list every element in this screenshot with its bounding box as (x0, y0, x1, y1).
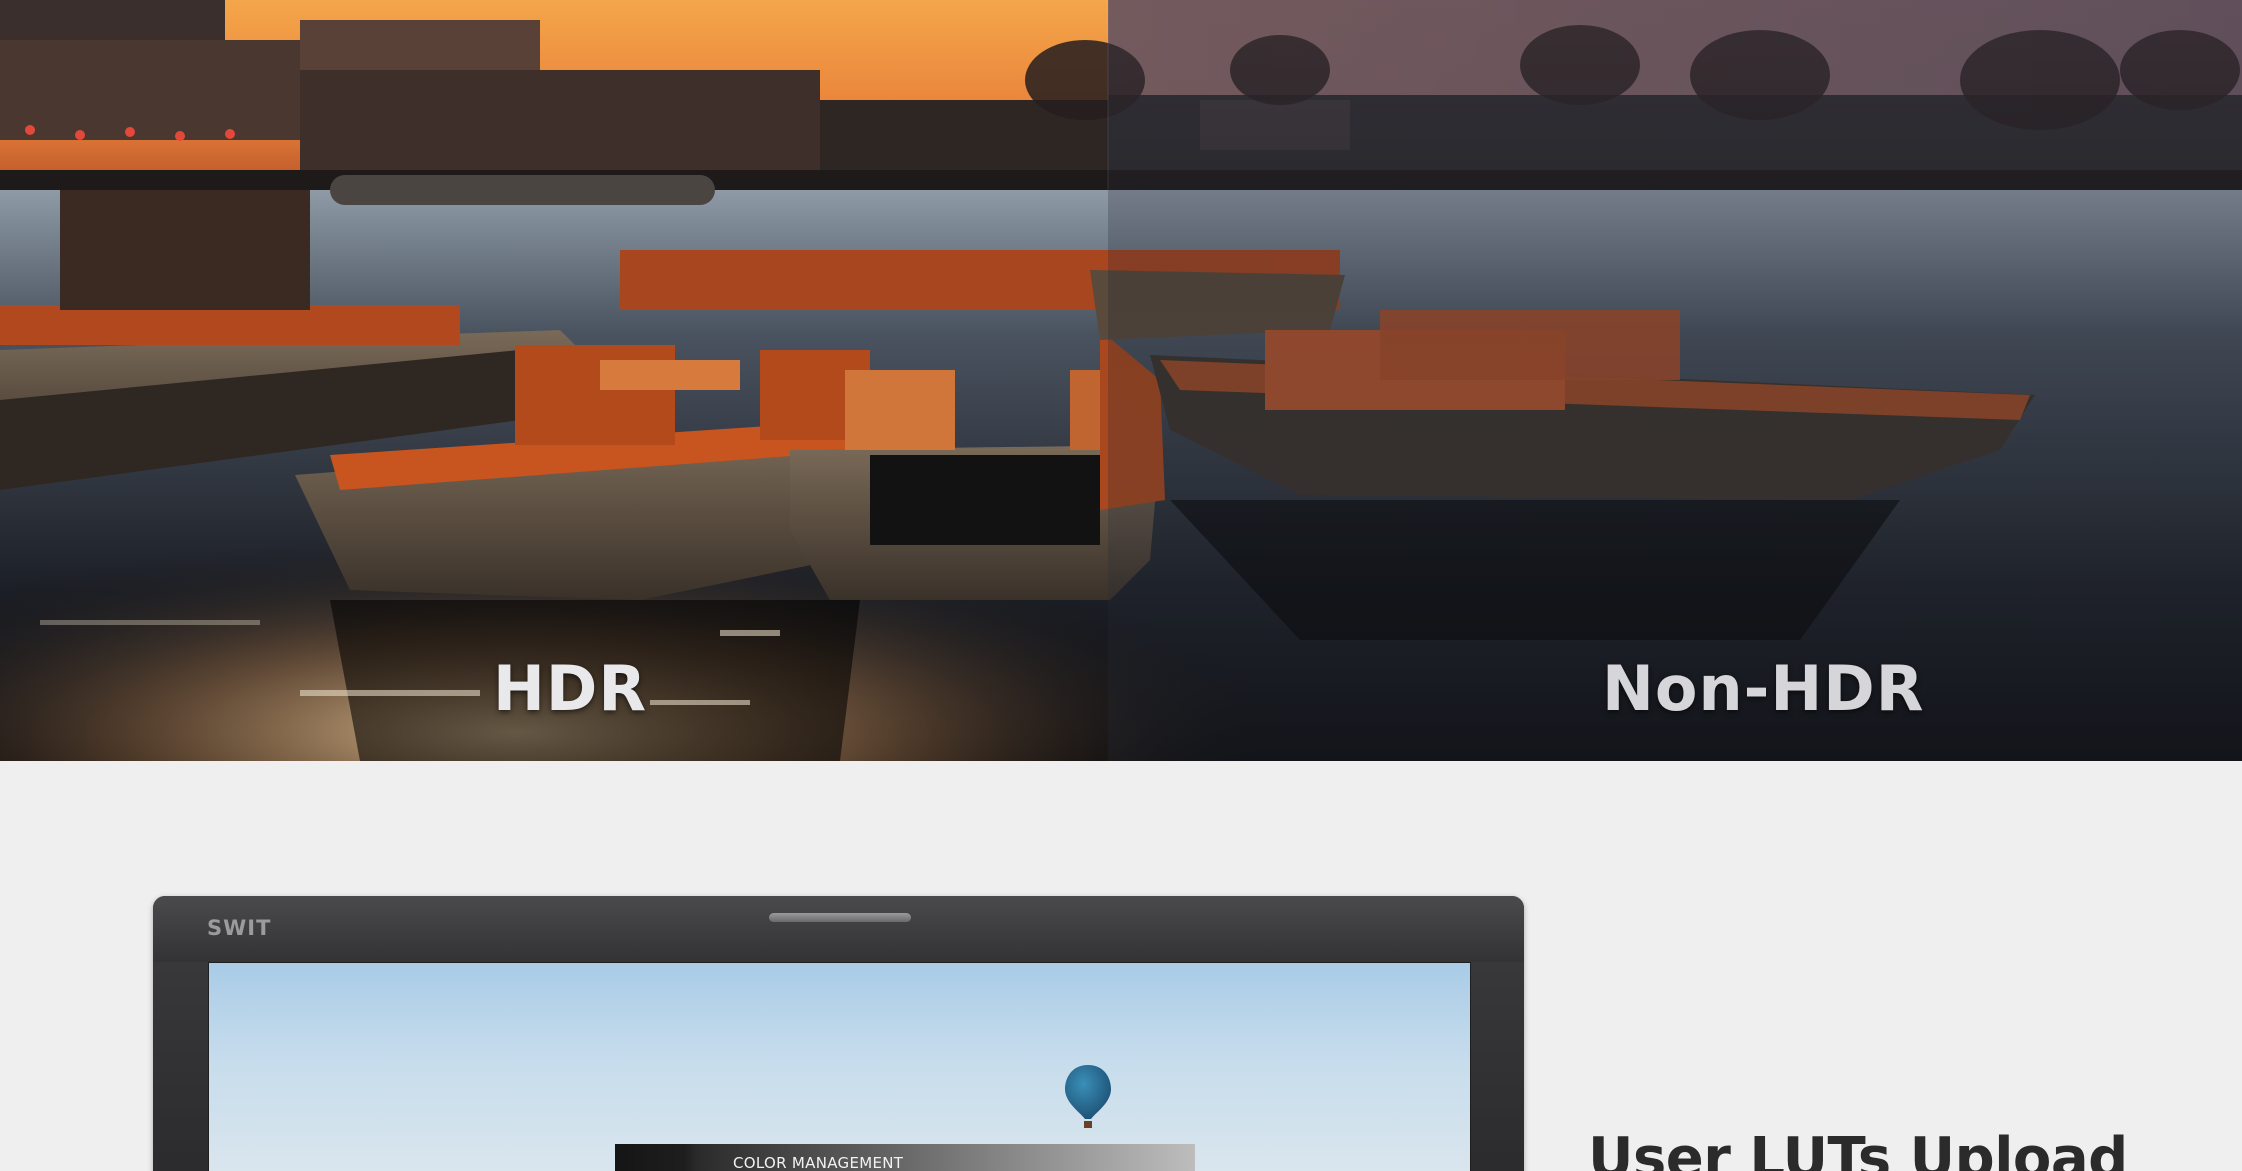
monitor-screen: COLOR MANAGEMENT (208, 962, 1471, 1171)
speaker-slot (769, 913, 911, 922)
osd-menu-panel: COLOR MANAGEMENT (615, 1144, 1195, 1171)
hdr-label: HDR (493, 652, 648, 725)
hot-air-balloon-icon (1065, 1065, 1111, 1128)
hdr-comparison-banner: HDR Non-HDR (0, 0, 2242, 761)
osd-menu-title: COLOR MANAGEMENT (733, 1154, 904, 1171)
feature-heading: User LUTs Upload (1588, 1126, 2128, 1171)
comparison-divider (1107, 0, 1109, 190)
monitor-product-image: SWIT COLOR MANAGEMENT (153, 896, 1524, 1171)
non-hdr-tone-overlay (1108, 0, 2242, 761)
brand-logo: SWIT (207, 916, 272, 940)
monitor-bezel-top: SWIT (153, 896, 1524, 962)
non-hdr-label: Non-HDR (1602, 652, 1925, 725)
